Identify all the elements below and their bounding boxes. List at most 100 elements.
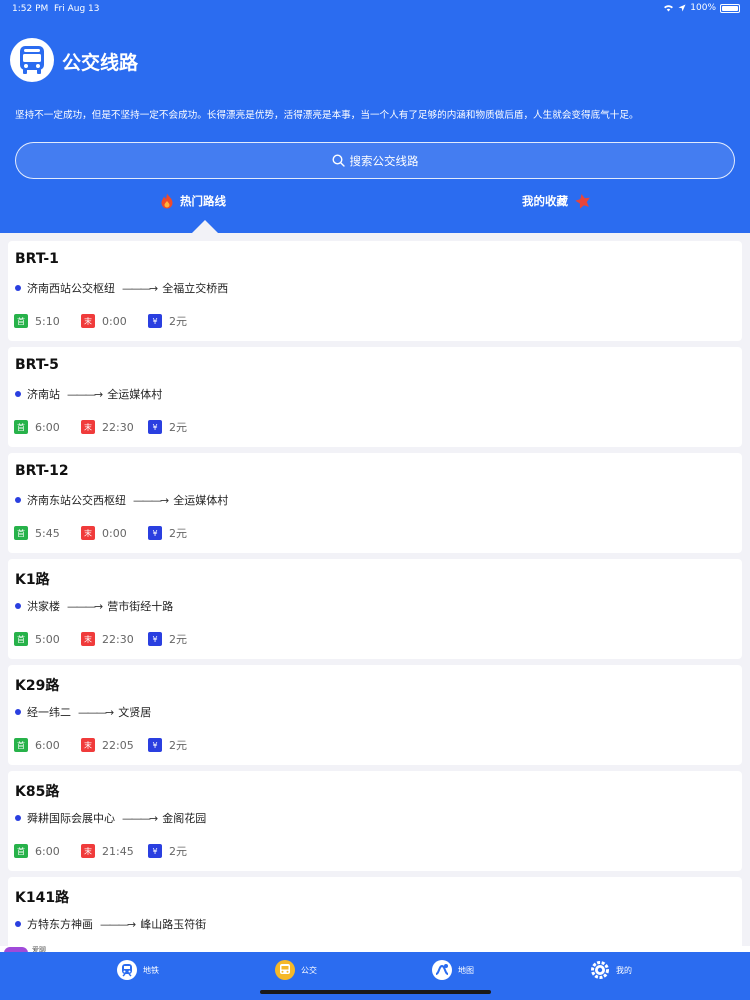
- route-from: 经一纬二: [27, 706, 71, 719]
- status-date: Fri Aug 13: [54, 4, 100, 14]
- route-to: 营市街经十路: [107, 600, 174, 613]
- route-to: 全福立交桥西: [162, 282, 229, 295]
- last-bus-time: 21:45: [102, 844, 134, 858]
- route-meta: 首 5:10 末 0:00 ¥ 2元: [14, 313, 207, 329]
- tabbar-label-subway: 地铁: [143, 965, 159, 975]
- battery-percent: 100%: [690, 3, 716, 13]
- tabbar-label-map: 地图: [458, 965, 474, 975]
- tabbar-label-mine: 我的: [616, 965, 632, 975]
- tabbar-item-map[interactable]: 地图: [432, 960, 474, 980]
- route-dot: [15, 391, 21, 397]
- route-name: K85路: [15, 784, 60, 800]
- route-meta: 首 5:00 末 22:30 ¥ 2元: [14, 631, 207, 647]
- route-name: K141路: [15, 890, 70, 906]
- route-list: BRT-1 济南西站公交枢纽 ———→ 全福立交桥西 首 5:10 末 0:00…: [0, 233, 750, 953]
- home-indicator: [260, 990, 491, 994]
- subway-icon: [117, 960, 137, 980]
- fare-value: 2元: [169, 315, 187, 328]
- fare-badge: ¥: [148, 420, 162, 434]
- route-card[interactable]: BRT-12 济南东站公交西枢纽 ———→ 全运媒体村 首 5:45 末 0:0…: [8, 453, 742, 553]
- route-dot: [15, 285, 21, 291]
- route-from: 洪家楼: [27, 600, 60, 613]
- first-bus-time: 5:45: [35, 526, 60, 540]
- route-from: 济南东站公交西枢纽: [27, 494, 126, 507]
- route-path: 经一纬二 ———→ 文贤居: [15, 704, 151, 720]
- route-dot: [15, 921, 21, 927]
- route-meta: 首 6:00 末 22:05 ¥ 2元: [14, 737, 207, 753]
- route-name: K29路: [15, 678, 60, 694]
- first-bus-badge: 首: [14, 420, 28, 434]
- last-bus-time: 0:00: [102, 314, 127, 328]
- route-path: 方特东方神画 ———→ 峰山路玉符街: [15, 916, 206, 932]
- fare-badge: ¥: [148, 526, 162, 540]
- last-bus-badge: 末: [81, 844, 95, 858]
- route-arrow: ———→: [78, 705, 114, 719]
- last-bus-time: 22:05: [102, 738, 134, 752]
- route-to: 全运媒体村: [173, 494, 229, 507]
- route-meta: 首 6:00 末 21:45 ¥ 2元: [14, 843, 207, 859]
- route-dot: [15, 603, 21, 609]
- route-card[interactable]: K85路 舜耕国际会展中心 ———→ 金阁花园 首 6:00 末 21:45 ¥…: [8, 771, 742, 871]
- route-meta: 首 5:45 末 0:00 ¥ 2元: [14, 525, 207, 541]
- tab-favorites[interactable]: 我的收藏: [522, 190, 592, 212]
- tab-hot-label: 热门路线: [180, 194, 226, 208]
- route-arrow: ———→: [122, 281, 158, 295]
- route-dot: [15, 815, 21, 821]
- fire-icon: [161, 193, 173, 209]
- last-bus-badge: 末: [81, 632, 95, 646]
- route-to: 峰山路玉符街: [140, 918, 207, 931]
- last-bus-badge: 末: [81, 314, 95, 328]
- route-name: BRT-1: [15, 251, 59, 267]
- bus-logo-icon: [10, 38, 54, 82]
- bus-icon: [275, 960, 295, 980]
- route-name: BRT-5: [15, 357, 59, 373]
- fare-value: 2元: [169, 739, 187, 752]
- fare-badge: ¥: [148, 632, 162, 646]
- map-icon: [432, 960, 452, 980]
- first-bus-badge: 首: [14, 738, 28, 752]
- route-card[interactable]: K1路 洪家楼 ———→ 营市街经十路 首 5:00 末 22:30 ¥ 2元: [8, 559, 742, 659]
- battery-icon: [720, 3, 740, 13]
- route-name: BRT-12: [15, 463, 69, 479]
- app-header: 1:52 PM Fri Aug 13 100% 公交线路 坚持不一定成功，但是不…: [0, 0, 750, 233]
- search-icon: [331, 154, 345, 167]
- first-bus-time: 5:00: [35, 632, 60, 646]
- fare-value: 2元: [169, 845, 187, 858]
- search-placeholder: 搜索公交线路: [349, 153, 419, 168]
- page-title: 公交线路: [62, 52, 139, 74]
- route-name: K1路: [15, 572, 50, 588]
- fare-value: 2元: [169, 527, 187, 540]
- last-bus-time: 0:00: [102, 526, 127, 540]
- last-bus-badge: 末: [81, 738, 95, 752]
- tabbar-label-bus: 公交: [301, 965, 317, 975]
- tab-fav-label: 我的收藏: [522, 194, 568, 208]
- route-arrow: ———→: [133, 493, 169, 507]
- route-dot: [15, 709, 21, 715]
- search-bar[interactable]: 搜索公交线路: [15, 142, 735, 179]
- first-bus-badge: 首: [14, 632, 28, 646]
- route-from: 济南站: [27, 388, 60, 401]
- route-path: 济南站 ———→ 全运媒体村: [15, 386, 162, 402]
- route-path: 洪家楼 ———→ 营市街经十路: [15, 598, 173, 614]
- tabbar-item-subway[interactable]: 地铁: [117, 960, 159, 980]
- tabbar-item-mine[interactable]: 我的: [590, 960, 632, 980]
- tab-hot-routes[interactable]: 热门路线: [160, 190, 226, 212]
- route-arrow: ———→: [122, 811, 158, 825]
- settings-icon: [590, 960, 610, 980]
- first-bus-time: 6:00: [35, 738, 60, 752]
- route-card[interactable]: BRT-1 济南西站公交枢纽 ———→ 全福立交桥西 首 5:10 末 0:00…: [8, 241, 742, 341]
- last-bus-time: 22:30: [102, 632, 134, 646]
- fare-value: 2元: [169, 633, 187, 646]
- route-to: 文贤居: [118, 706, 152, 719]
- route-from: 方特东方神画: [27, 918, 93, 931]
- active-tab-indicator: [192, 220, 218, 233]
- tabbar-item-bus[interactable]: 公交: [275, 960, 317, 980]
- route-from: 舜耕国际会展中心: [27, 812, 115, 825]
- route-card[interactable]: BRT-5 济南站 ———→ 全运媒体村 首 6:00 末 22:30 ¥ 2元: [8, 347, 742, 447]
- route-meta: 首 6:00 末 22:30 ¥ 2元: [14, 419, 207, 435]
- route-card[interactable]: K141路 方特东方神画 ———→ 峰山路玉符街: [8, 877, 742, 953]
- route-from: 济南西站公交枢纽: [27, 282, 115, 295]
- status-bar: 1:52 PM Fri Aug 13 100%: [0, 0, 750, 18]
- route-card[interactable]: K29路 经一纬二 ———→ 文贤居 首 6:00 末 22:05 ¥ 2元: [8, 665, 742, 765]
- route-dot: [15, 497, 21, 503]
